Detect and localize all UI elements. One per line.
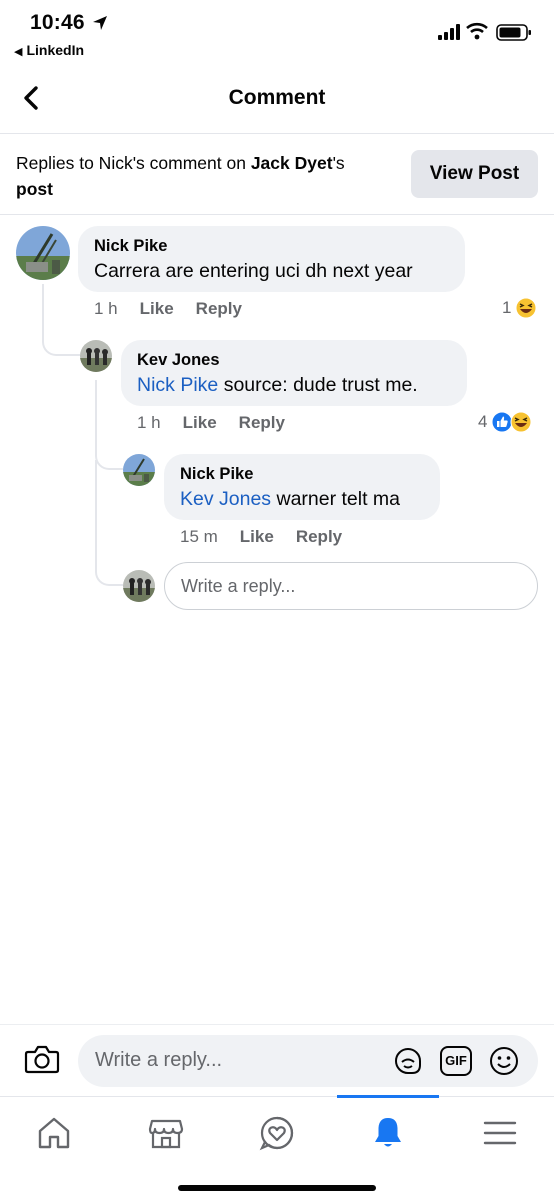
like-button[interactable]: Like bbox=[183, 413, 217, 433]
status-bar: 10:46 ◀ LinkedIn bbox=[0, 0, 554, 62]
navigation-header: Comment bbox=[0, 62, 554, 134]
active-tab-indicator bbox=[337, 1095, 439, 1098]
comment-timestamp: 15 m bbox=[180, 527, 218, 546]
avatar[interactable] bbox=[80, 340, 112, 372]
home-indicator bbox=[178, 1185, 376, 1191]
home-icon[interactable] bbox=[34, 1113, 74, 1153]
reply-button[interactable]: Reply bbox=[296, 527, 342, 547]
reply-composer: Write a reply... GIF bbox=[0, 1024, 554, 1096]
reply-button[interactable]: Reply bbox=[239, 413, 285, 433]
thread-line bbox=[95, 380, 123, 470]
avatar[interactable] bbox=[123, 454, 155, 486]
comment-actions: 1 h Like Reply bbox=[137, 413, 285, 433]
battery-icon bbox=[496, 24, 531, 41]
avatar-photo bbox=[16, 226, 70, 280]
thread-line bbox=[42, 284, 80, 356]
comment-bubble[interactable]: Kev Jones Nick Pike source: dude trust m… bbox=[121, 340, 467, 406]
back-to-app-link[interactable]: ◀ LinkedIn bbox=[14, 42, 84, 58]
comment-bubble[interactable]: Nick Pike Carrera are entering uci dh ne… bbox=[78, 226, 465, 292]
comment-text: Nick Pike source: dude trust me. bbox=[137, 374, 418, 396]
marketplace-icon[interactable] bbox=[146, 1113, 186, 1153]
comment-author[interactable]: Kev Jones bbox=[137, 350, 451, 370]
page-title: Comment bbox=[228, 86, 326, 109]
avatar-photo bbox=[123, 454, 155, 486]
reaction-count: 4 bbox=[478, 412, 488, 431]
emoji-icon[interactable] bbox=[488, 1045, 520, 1077]
reaction-summary[interactable]: 4 bbox=[478, 411, 532, 433]
composer-placeholder: Write a reply... bbox=[95, 1049, 223, 1071]
avatar-photo bbox=[80, 340, 112, 372]
comment-author[interactable]: Nick Pike bbox=[180, 464, 424, 484]
reply-button[interactable]: Reply bbox=[196, 299, 242, 319]
location-arrow-icon bbox=[93, 16, 107, 30]
like-button[interactable]: Like bbox=[140, 299, 174, 319]
heart-bubble-icon[interactable] bbox=[257, 1113, 297, 1153]
haha-reaction-icon bbox=[515, 297, 537, 319]
sticker-icon[interactable] bbox=[392, 1045, 424, 1077]
context-description: Replies to Nick's comment on Jack Dyet's… bbox=[16, 153, 345, 199]
bottom-tab-bar bbox=[0, 1095, 554, 1200]
status-time: 10:46 bbox=[30, 11, 85, 34]
comment-text: Carrera are entering uci dh next year bbox=[94, 260, 413, 282]
comment-actions: 1 h Like Reply bbox=[94, 299, 242, 319]
reaction-count: 1 bbox=[502, 298, 512, 317]
wifi-icon bbox=[466, 22, 488, 40]
reply-context-bar: Replies to Nick's comment on Jack Dyet's… bbox=[0, 135, 554, 215]
gif-button[interactable]: GIF bbox=[440, 1046, 472, 1076]
like-button[interactable]: Like bbox=[240, 527, 274, 547]
haha-reaction-icon bbox=[510, 411, 532, 433]
mention-link[interactable]: Nick Pike bbox=[137, 374, 218, 396]
menu-icon[interactable] bbox=[480, 1113, 520, 1153]
inline-reply-placeholder: Write a reply... bbox=[181, 576, 296, 596]
comment-author[interactable]: Nick Pike bbox=[94, 236, 449, 256]
comment-bubble[interactable]: Nick Pike Kev Jones warner telt ma bbox=[164, 454, 440, 520]
camera-icon[interactable] bbox=[24, 1043, 60, 1075]
comment-text: Kev Jones warner telt ma bbox=[180, 488, 401, 510]
avatar-photo bbox=[123, 570, 155, 602]
comment-actions: 15 m Like Reply bbox=[180, 527, 342, 547]
thread-line bbox=[95, 460, 123, 586]
bell-icon[interactable] bbox=[368, 1113, 408, 1153]
current-user-avatar bbox=[123, 570, 155, 602]
comment-timestamp: 1 h bbox=[94, 299, 118, 318]
back-triangle-icon: ◀ bbox=[14, 46, 23, 58]
reaction-summary[interactable]: 1 bbox=[502, 297, 537, 319]
composer-input[interactable]: Write a reply... GIF bbox=[78, 1035, 538, 1087]
post-author-name[interactable]: Jack Dyet bbox=[251, 153, 333, 173]
view-post-button[interactable]: View Post bbox=[411, 150, 538, 198]
mention-link[interactable]: Kev Jones bbox=[180, 488, 271, 510]
avatar[interactable] bbox=[16, 226, 70, 280]
inline-reply-input[interactable]: Write a reply... bbox=[164, 562, 538, 610]
signal-icon bbox=[438, 24, 460, 40]
comment-timestamp: 1 h bbox=[137, 413, 161, 432]
